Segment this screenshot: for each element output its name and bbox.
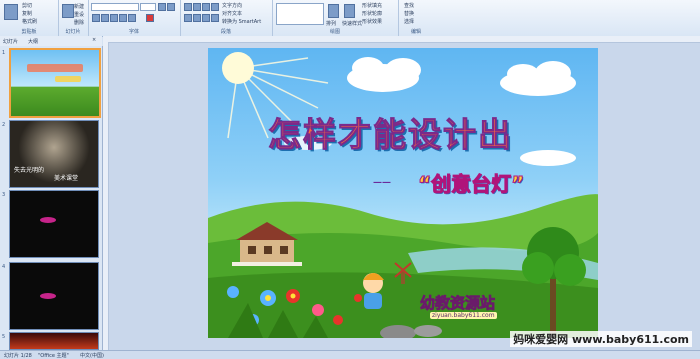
reset-button[interactable]: 重设	[74, 11, 84, 18]
find-button[interactable]: 查找	[404, 2, 414, 9]
font-color-icon[interactable]	[146, 14, 154, 22]
text-direction-button[interactable]: 文字方向	[222, 2, 242, 9]
slide-thumbnail-3[interactable]	[9, 190, 99, 258]
arrange-button[interactable]: 排列	[326, 20, 336, 27]
ribbon-group-slides: 新建 重设 删除 幻灯片	[58, 0, 89, 36]
group-label-editing: 编辑	[410, 29, 421, 35]
justify-icon[interactable]	[211, 14, 219, 22]
layout-button[interactable]: 新建	[74, 3, 84, 10]
arrange-icon[interactable]	[328, 4, 339, 18]
sun	[222, 52, 254, 84]
ribbon-group-clipboard: 剪切 复制 格式刷 剪贴板	[0, 0, 59, 36]
paste-icon[interactable]	[4, 4, 18, 20]
italic-icon[interactable]	[101, 14, 109, 22]
group-label-paragraph: 段落	[220, 29, 231, 35]
slide-subtitle[interactable]: “创意台灯”	[417, 168, 524, 197]
shape-effects-button[interactable]: 形状效果	[362, 18, 382, 25]
shadow-icon[interactable]	[128, 14, 136, 22]
cut-button[interactable]: 剪切	[22, 2, 32, 9]
shape-outline-button[interactable]: 形状轮廓	[362, 10, 382, 17]
group-label-font: 字体	[128, 29, 139, 35]
slide-panel: 1 2 失去光明的 美术课堂 3 4 5	[0, 46, 103, 350]
thumb-subtitle-shape	[55, 76, 81, 82]
quick-styles-icon[interactable]	[344, 4, 355, 18]
thumb-text: 美术课堂	[54, 175, 79, 182]
numbering-icon[interactable]	[193, 3, 201, 11]
ribbon-group-drawing: 排列 快速样式 形状填充 形状轮廓 形状效果 绘图	[272, 0, 399, 36]
select-button[interactable]: 选择	[404, 18, 414, 25]
slide-thumbnail-5[interactable]	[9, 332, 99, 350]
slide-title[interactable]: 怎样才能设计出	[268, 108, 513, 156]
new-slide-icon[interactable]	[62, 4, 74, 18]
watermark: 妈咪爱婴网 www.baby611.com	[510, 331, 692, 347]
horizontal-ruler	[103, 36, 700, 43]
font-size-select[interactable]	[140, 3, 156, 11]
underline-icon[interactable]	[110, 14, 118, 22]
thumb-text: 失去光明的	[14, 167, 45, 174]
ribbon: 剪切 复制 格式刷 剪贴板 新建 重设 删除 幻灯片 字体 文字方向 对齐文本 …	[0, 0, 700, 37]
convert-smartart-button[interactable]: 转换为 SmartArt	[222, 18, 261, 25]
site-logo-url: ziyuan.baby611.com	[430, 312, 497, 319]
quick-styles-button[interactable]: 快速样式	[342, 20, 362, 27]
ribbon-group-editing: 查找 替换 选择 编辑	[398, 0, 434, 36]
thumb-number: 1	[2, 50, 6, 56]
group-label-slides: 幻灯片	[65, 29, 81, 35]
slide-thumbnail-2[interactable]: 失去光明的 美术课堂	[9, 120, 99, 188]
format-painter-button[interactable]: 格式刷	[22, 18, 37, 25]
thumb-face-shape	[40, 217, 56, 223]
increase-indent-icon[interactable]	[211, 3, 219, 11]
thumb-number: 3	[2, 192, 6, 198]
align-left-icon[interactable]	[184, 14, 192, 22]
replace-button[interactable]: 替换	[404, 10, 414, 17]
slide-background-art	[208, 52, 598, 338]
tab-outline[interactable]: 大纲	[28, 38, 38, 45]
bold-icon[interactable]	[92, 14, 100, 22]
align-center-icon[interactable]	[193, 14, 201, 22]
decrease-indent-icon[interactable]	[202, 3, 210, 11]
thumb-number: 4	[2, 264, 6, 270]
slide-thumbnail-1[interactable]	[9, 48, 101, 118]
grow-font-icon[interactable]	[158, 3, 166, 11]
thumb-number: 5	[2, 334, 6, 340]
thumb-title-shape	[27, 64, 83, 72]
align-text-button[interactable]: 对齐文本	[222, 10, 242, 17]
shrink-font-icon[interactable]	[167, 3, 175, 11]
shapes-gallery[interactable]	[276, 3, 324, 25]
slide-canvas[interactable]: 怎样才能设计出 —— “创意台灯” 幼教资源站 ziyuan.baby611.c…	[208, 48, 598, 338]
shape-fill-button[interactable]: 形状填充	[362, 2, 382, 9]
vertical-ruler	[103, 42, 109, 350]
align-right-icon[interactable]	[202, 14, 210, 22]
slide-thumbnail-4[interactable]	[9, 262, 99, 330]
site-logo: 幼教资源站	[420, 294, 496, 313]
tab-slides[interactable]: 幻灯片	[3, 38, 18, 45]
ribbon-group-paragraph: 文字方向 对齐文本 转换为 SmartArt 段落	[180, 0, 273, 36]
thumb-face-shape	[40, 293, 56, 299]
copy-button[interactable]: 复制	[22, 10, 32, 17]
thumb-number: 2	[2, 122, 6, 128]
close-icon[interactable]: ×	[92, 37, 96, 43]
delete-button[interactable]: 删除	[74, 19, 84, 26]
strikethrough-icon[interactable]	[119, 14, 127, 22]
ribbon-group-font: 字体	[88, 0, 181, 36]
bullets-icon[interactable]	[184, 3, 192, 11]
title-dash: ——	[373, 178, 391, 188]
group-label-drawing: 绘图	[329, 29, 340, 35]
font-name-select[interactable]	[91, 3, 139, 11]
group-label-clipboard: 剪贴板	[21, 29, 37, 35]
